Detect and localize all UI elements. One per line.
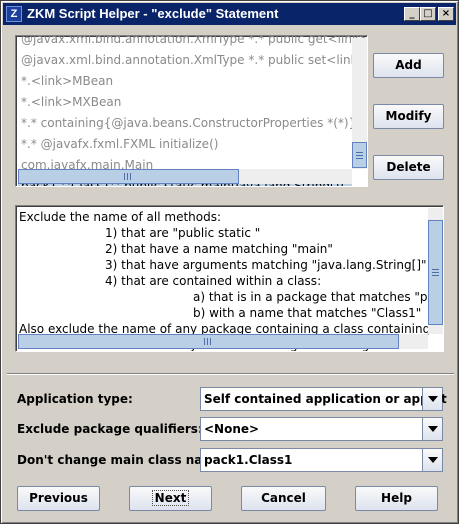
description-text: Exclude the name of all methods: 1) that… [19,209,444,351]
add-button[interactable]: Add [373,53,444,78]
main-class-select[interactable]: pack1.Class1 [200,448,443,472]
description-line: 4) that are contained within a class: [105,274,322,288]
description-line: 1) that are "public static " [105,226,261,240]
main-class-label: Don't change main class name: [17,453,228,467]
exclude-package-dropdown-button[interactable] [422,418,442,440]
list-item[interactable]: *.* containing{@java.beans.ConstructorPr… [18,113,367,134]
main-class-dropdown-button[interactable] [422,449,442,471]
list-horizontal-scrollbar[interactable] [18,169,352,184]
maximize-button[interactable]: □ [420,7,436,21]
modify-button[interactable]: Modify [373,104,444,129]
main-class-value: pack1.Class1 [204,453,293,467]
description-horizontal-scrollbar[interactable] [18,334,428,349]
chevron-down-icon [428,426,438,432]
app-type-dropdown-button[interactable] [422,388,442,410]
list-item[interactable]: *.* @javafx.fxml.FXML initialize() [18,134,352,155]
next-button[interactable]: Next [129,486,212,511]
list-vertical-scroll-thumb[interactable] [352,142,367,168]
app-type-value: Self contained application or applet [204,392,447,406]
description-vertical-scroll-thumb[interactable] [428,220,443,325]
list-horizontal-scroll-thumb[interactable] [18,169,239,184]
app-logo-icon: Z [6,6,22,22]
chevron-down-icon [428,457,438,463]
description-line: a) that is in a package that matches "pa… [193,290,444,304]
script-helper-window: Z ZKM Script Helper - "exclude" Statemen… [0,0,459,524]
list-item[interactable]: @javax.xml.bind.annotation.XmlType *.* p… [18,50,367,71]
close-button[interactable]: × [438,7,454,21]
description-horizontal-scroll-thumb[interactable] [18,334,399,349]
description-line: 3) that have arguments matching "java.la… [105,258,427,272]
list-item[interactable]: *.<link>MXBean [18,92,352,113]
list-item[interactable]: @javax.xml.bind.annotation.XmlType *.* p… [18,36,367,50]
minimize-button[interactable]: _ [404,7,420,21]
delete-button[interactable]: Delete [373,155,444,180]
description-vertical-scrollbar[interactable] [428,208,443,334]
description-line: Exclude the name of all methods: [19,210,222,224]
list-vertical-scrollbar[interactable] [352,38,367,169]
pattern-list-rows: @javax.xml.bind.annotation.XmlType *.* p… [18,36,367,186]
list-item[interactable]: *.<link>MBean [18,71,352,92]
previous-button[interactable]: Previous [17,486,100,511]
exclude-package-label: Exclude package qualifiers: [17,422,203,436]
exclude-package-value: <None> [204,422,260,436]
pattern-list[interactable]: @javax.xml.bind.annotation.XmlType *.* p… [15,35,368,187]
section-divider [7,373,454,375]
help-button[interactable]: Help [355,486,438,511]
description-line: b) with a name that matches "Class1" [193,306,422,320]
title-bar[interactable]: Z ZKM Script Helper - "exclude" Statemen… [3,3,456,25]
window-title: ZKM Script Helper - "exclude" Statement [27,6,279,21]
description-line: 2) that have a name matching "main" [105,242,333,256]
chevron-down-icon [428,396,438,402]
app-type-select[interactable]: Self contained application or applet [200,387,447,411]
cancel-button[interactable]: Cancel [241,486,326,511]
app-type-label: Application type: [17,392,133,406]
exclude-package-select[interactable]: <None> [200,417,443,441]
description-area[interactable]: Exclude the name of all methods: 1) that… [15,205,444,352]
